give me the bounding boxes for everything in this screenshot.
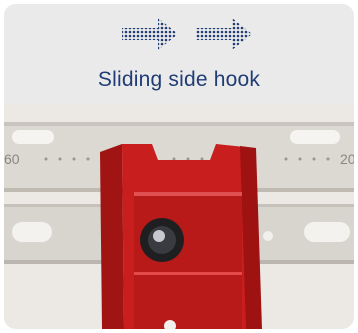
- caption-title: Sliding side hook: [97, 68, 261, 91]
- direction-arrows-icon: [122, 18, 252, 50]
- product-card: Sliding side hook 60 100 20: [4, 4, 354, 329]
- ruler-label: 60: [4, 151, 20, 167]
- arrow-right-icon: [196, 18, 252, 50]
- card-header: Sliding side hook: [4, 4, 354, 104]
- product-photo: 60 100 20: [4, 104, 354, 329]
- sliding-hook: [100, 144, 273, 329]
- rail-slot: [290, 130, 340, 144]
- rail-slot: [12, 222, 52, 242]
- rail-slot: [12, 130, 54, 144]
- bolt-knob: [140, 218, 184, 262]
- arrow-right-icon: [122, 18, 178, 50]
- ruler-label: 20: [340, 151, 354, 167]
- hook-hole: [263, 231, 273, 241]
- rail-slot: [304, 222, 350, 242]
